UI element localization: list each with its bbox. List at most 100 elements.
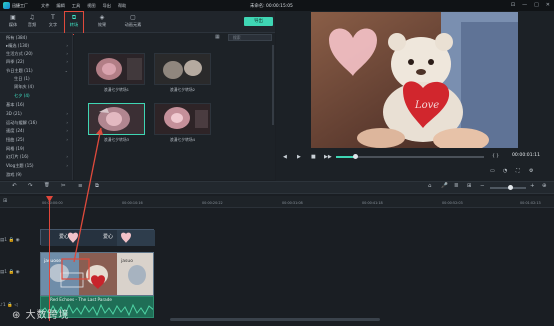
elements-icon: ▢ — [130, 14, 136, 21]
ruler-tick-label: 00:00:31:08 — [282, 201, 303, 205]
grid-view-icon[interactable]: ▦ — [215, 34, 220, 40]
watermark: ⊛ 大数跨境 — [12, 310, 70, 321]
effects-icon: ◈ — [99, 14, 105, 21]
category-item[interactable]: 网格 (19) — [6, 146, 24, 152]
tab-elements[interactable]: ▢ 动画元素 — [120, 13, 146, 31]
menu-export[interactable]: 导出 — [103, 3, 111, 9]
category-item[interactable]: 3D (21) — [6, 111, 22, 116]
category-item[interactable]: 生日 (1) — [14, 76, 30, 82]
bracket-in-icon[interactable]: { } — [492, 154, 499, 159]
timeline-playhead[interactable] — [49, 196, 50, 321]
volume-icon[interactable]: ◔ — [503, 168, 507, 174]
transition-thumbnail-selected[interactable] — [88, 103, 145, 135]
menu-tools[interactable]: 工具 — [72, 3, 80, 9]
snapshot-icon[interactable]: ▭ — [490, 168, 495, 174]
zoom-in-icon[interactable]: + — [530, 183, 535, 189]
transition-thumbnail[interactable] — [154, 53, 211, 85]
track-video-icon: ▤1 — [0, 270, 8, 275]
snap-icon[interactable]: ⊞ — [467, 183, 472, 189]
thumbnail-image — [89, 54, 144, 84]
undo-icon[interactable]: ↶ — [12, 183, 17, 189]
menu-file[interactable]: 文件 — [41, 3, 49, 9]
chevron-right-icon: › — [66, 43, 68, 48]
video-clip-frames: jasuose jasuo — [41, 253, 153, 295]
thumbnail-label: 浪漫七夕转场1 — [103, 87, 130, 92]
menu-view[interactable]: 视图 — [87, 3, 95, 9]
track-header-video: ▤1 🔒 ◉ — [0, 270, 40, 275]
category-item[interactable]: 游戏 (9) — [6, 172, 22, 178]
chevron-right-icon: › — [66, 128, 68, 133]
zoom-slider-knob[interactable] — [508, 185, 513, 190]
delete-icon[interactable]: 🗑 — [44, 183, 50, 188]
search-input[interactable]: 搜索 — [228, 34, 272, 41]
category-item-selected[interactable]: 七夕 (4) — [14, 93, 30, 99]
tab-effects[interactable]: ◈ 效果 — [92, 13, 112, 31]
timeline-scrollbar[interactable] — [170, 318, 380, 321]
add-track-icon[interactable]: ⊞ — [3, 198, 7, 204]
next-frame-button[interactable]: ▶▶ — [324, 154, 332, 160]
category-item[interactable]: 基本 (16) — [6, 102, 24, 108]
category-item[interactable]: 扭曲 (25) — [6, 137, 24, 143]
fit-icon[interactable]: ⊕ — [542, 183, 547, 189]
marker-icon[interactable]: ⌂ — [428, 183, 432, 189]
category-item[interactable]: Vlog主题 (15) — [6, 163, 34, 169]
thumbnail-image — [155, 54, 210, 84]
lock-icon[interactable]: 🔒 — [9, 238, 15, 243]
thumbnail-label: 浪漫七夕转场2 — [169, 87, 196, 92]
prev-frame-button[interactable]: ◀ — [283, 154, 287, 160]
category-item[interactable]: 生活方式 (20) — [6, 51, 33, 57]
category-item[interactable]: 周年庆 (4) — [14, 84, 34, 90]
crop-icon[interactable]: ⧉ — [95, 183, 99, 190]
library-scrollbar[interactable] — [272, 45, 274, 125]
thumbnail-label: 浪漫七夕转场4 — [169, 137, 196, 142]
category-item[interactable]: 四季 (22) — [6, 59, 24, 65]
title-clip-text: 爱心 — [59, 234, 70, 240]
category-item[interactable]: 幻灯片 (16) — [6, 154, 29, 160]
playhead-knob[interactable] — [353, 154, 358, 159]
category-item[interactable]: 节日主题 (11) — [6, 68, 33, 74]
playback-progress[interactable] — [336, 156, 484, 158]
video-clip[interactable]: jasuose jasuo — [40, 252, 154, 296]
maximize-button[interactable]: □ — [534, 2, 539, 8]
list-icon[interactable]: ≣ — [454, 183, 459, 189]
tab-audio[interactable]: ♫ 音频 — [22, 13, 42, 31]
chevron-right-icon: › — [66, 137, 68, 142]
transition-thumbnail[interactable] — [154, 103, 211, 135]
eye-icon[interactable]: ◉ — [16, 270, 20, 275]
title-clip[interactable] — [40, 229, 155, 246]
text-icon: T — [51, 14, 55, 21]
tab-text[interactable]: T 文字 — [43, 13, 63, 31]
tab-media[interactable]: ▣ 媒体 — [3, 13, 23, 31]
minimize-button[interactable]: — — [522, 2, 527, 8]
redo-icon[interactable]: ↷ — [28, 183, 33, 189]
menu-help[interactable]: 帮助 — [118, 3, 126, 9]
fullscreen-icon[interactable]: ⛶ — [516, 168, 520, 174]
eye-icon[interactable]: ◉ — [16, 238, 20, 243]
menu-edit[interactable]: 编辑 — [56, 3, 64, 9]
zoom-out-icon[interactable]: − — [480, 183, 485, 189]
adjust-icon[interactable]: ≡ — [78, 183, 83, 189]
category-item[interactable]: ▸精选 (130) — [6, 43, 29, 49]
timeline-ruler[interactable] — [0, 196, 554, 208]
category-item[interactable]: 运动与缓解 (16) — [6, 120, 37, 126]
video-frame: Love — [311, 12, 518, 148]
category-item[interactable]: 所有 (384) — [6, 35, 27, 41]
title-clip-text: 爱心 — [103, 234, 114, 240]
mic-icon[interactable]: 🎤 — [441, 183, 448, 189]
account-icon[interactable]: ⊡ — [511, 2, 515, 8]
export-button[interactable]: 导出 — [244, 17, 273, 26]
media-icon: ▣ — [10, 14, 16, 21]
preview-timecode: 00:00:01:11 — [512, 153, 541, 158]
title-bar: 迅捷工厂 文件 编辑 工具 视图 导出 帮助 未命名: 00:00:15:05 … — [0, 0, 554, 11]
ruler-tick-label: 00:00:20:22 — [202, 201, 223, 205]
watermark-logo-icon: ⊛ — [12, 310, 26, 321]
cut-icon[interactable]: ✂ — [61, 183, 66, 189]
category-item[interactable]: 速度 (24) — [6, 128, 24, 134]
lock-icon[interactable]: 🔒 — [9, 270, 15, 275]
close-button[interactable]: ✕ — [546, 2, 550, 8]
settings-icon[interactable]: ⚙ — [529, 168, 533, 174]
play-back-button[interactable]: ▶ — [297, 154, 301, 160]
play-button[interactable]: ■ — [311, 154, 316, 160]
app-name: 迅捷工厂 — [12, 2, 28, 8]
transition-thumbnail[interactable] — [88, 53, 145, 85]
